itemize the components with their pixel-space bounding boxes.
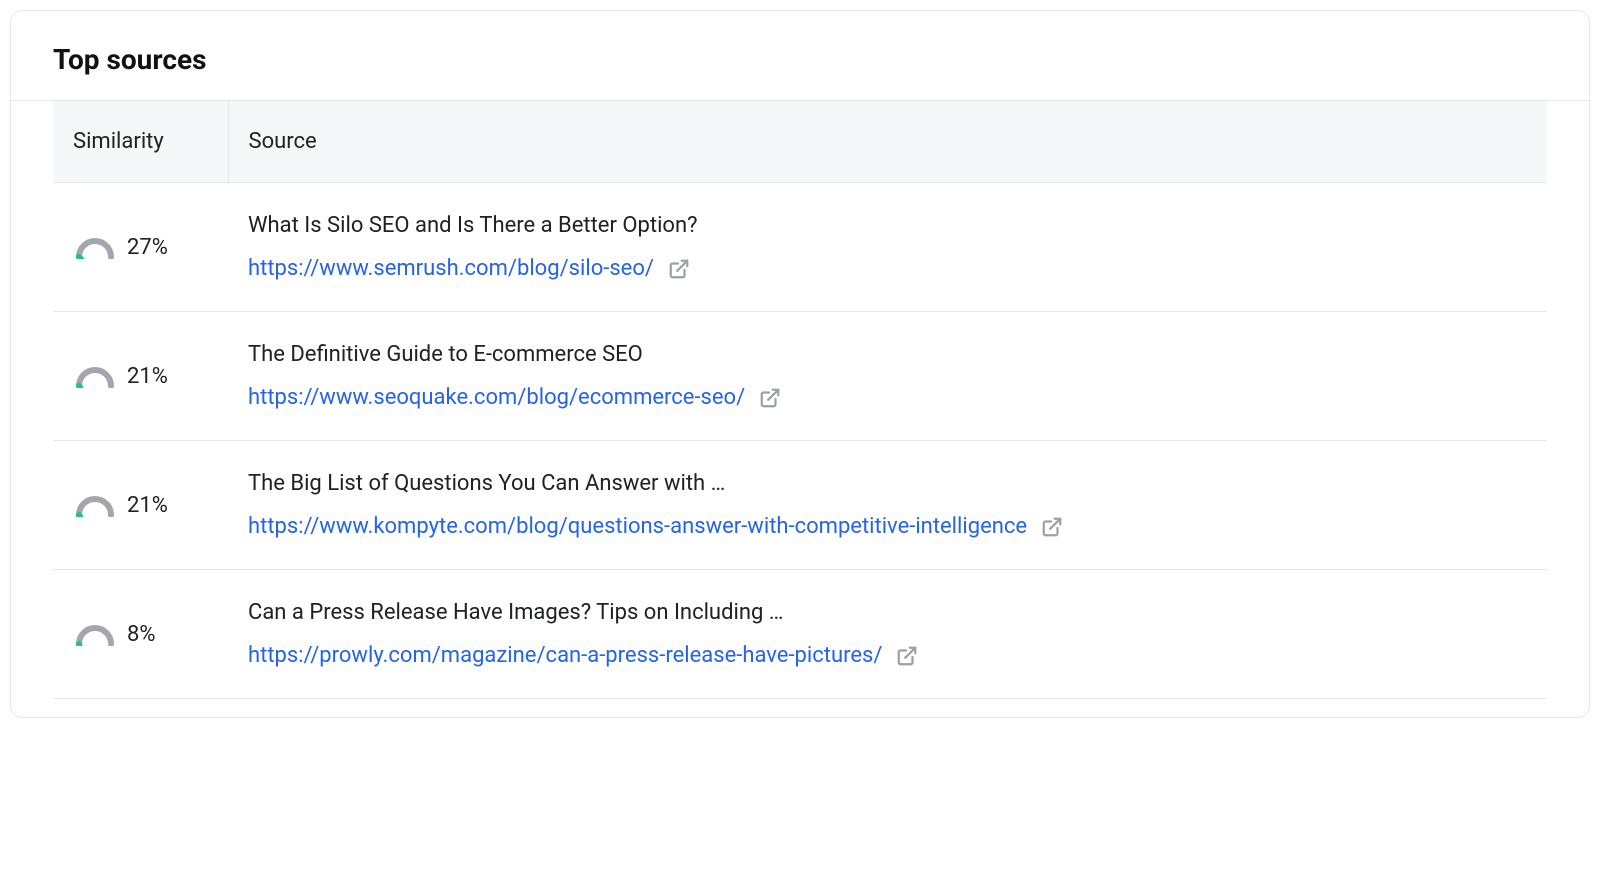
source-link[interactable]: https://www.semrush.com/blog/silo-seo/	[248, 256, 654, 281]
col-header-similarity: Similarity	[53, 101, 228, 183]
source-link[interactable]: https://www.kompyte.com/blog/questions-a…	[248, 514, 1027, 539]
source-title: What Is Silo SEO and Is There a Better O…	[248, 213, 1527, 238]
col-header-source: Source	[228, 101, 1547, 183]
gauge-icon	[73, 235, 117, 259]
similarity-value: 21%	[127, 493, 168, 518]
external-link-icon[interactable]	[759, 387, 781, 409]
table-row: 21% The Big List of Questions You Can Ans…	[53, 441, 1547, 570]
gauge-icon	[73, 364, 117, 388]
similarity-value: 8%	[127, 622, 155, 647]
source-link[interactable]: https://prowly.com/magazine/can-a-press-…	[248, 643, 882, 668]
card-title: Top sources	[11, 11, 1589, 100]
similarity-cell: 21%	[53, 441, 228, 570]
external-link-icon[interactable]	[1041, 516, 1063, 538]
source-cell: The Big List of Questions You Can Answer…	[228, 441, 1547, 570]
gauge-icon	[73, 622, 117, 646]
table-container: Similarity Source 27% What Is Silo SEO an…	[11, 101, 1589, 717]
similarity-cell: 27%	[53, 183, 228, 312]
gauge-icon	[73, 493, 117, 517]
table-row: 21% The Definitive Guide to E-commerce SE…	[53, 312, 1547, 441]
similarity-cell: 8%	[53, 570, 228, 699]
similarity-cell: 21%	[53, 312, 228, 441]
source-title: The Big List of Questions You Can Answer…	[248, 471, 1527, 496]
source-cell: The Definitive Guide to E-commerce SEO ht…	[228, 312, 1547, 441]
sources-table: Similarity Source 27% What Is Silo SEO an…	[53, 101, 1547, 699]
table-row: 8% Can a Press Release Have Images? Tips …	[53, 570, 1547, 699]
source-cell: What Is Silo SEO and Is There a Better O…	[228, 183, 1547, 312]
source-title: The Definitive Guide to E-commerce SEO	[248, 342, 1527, 367]
external-link-icon[interactable]	[896, 645, 918, 667]
source-link[interactable]: https://www.seoquake.com/blog/ecommerce-…	[248, 385, 745, 410]
source-cell: Can a Press Release Have Images? Tips on…	[228, 570, 1547, 699]
similarity-value: 27%	[127, 235, 168, 260]
table-row: 27% What Is Silo SEO and Is There a Bette…	[53, 183, 1547, 312]
source-title: Can a Press Release Have Images? Tips on…	[248, 600, 1527, 625]
similarity-value: 21%	[127, 364, 168, 389]
external-link-icon[interactable]	[668, 258, 690, 280]
top-sources-card: Top sources Similarity Source 27% What Is…	[10, 10, 1590, 718]
